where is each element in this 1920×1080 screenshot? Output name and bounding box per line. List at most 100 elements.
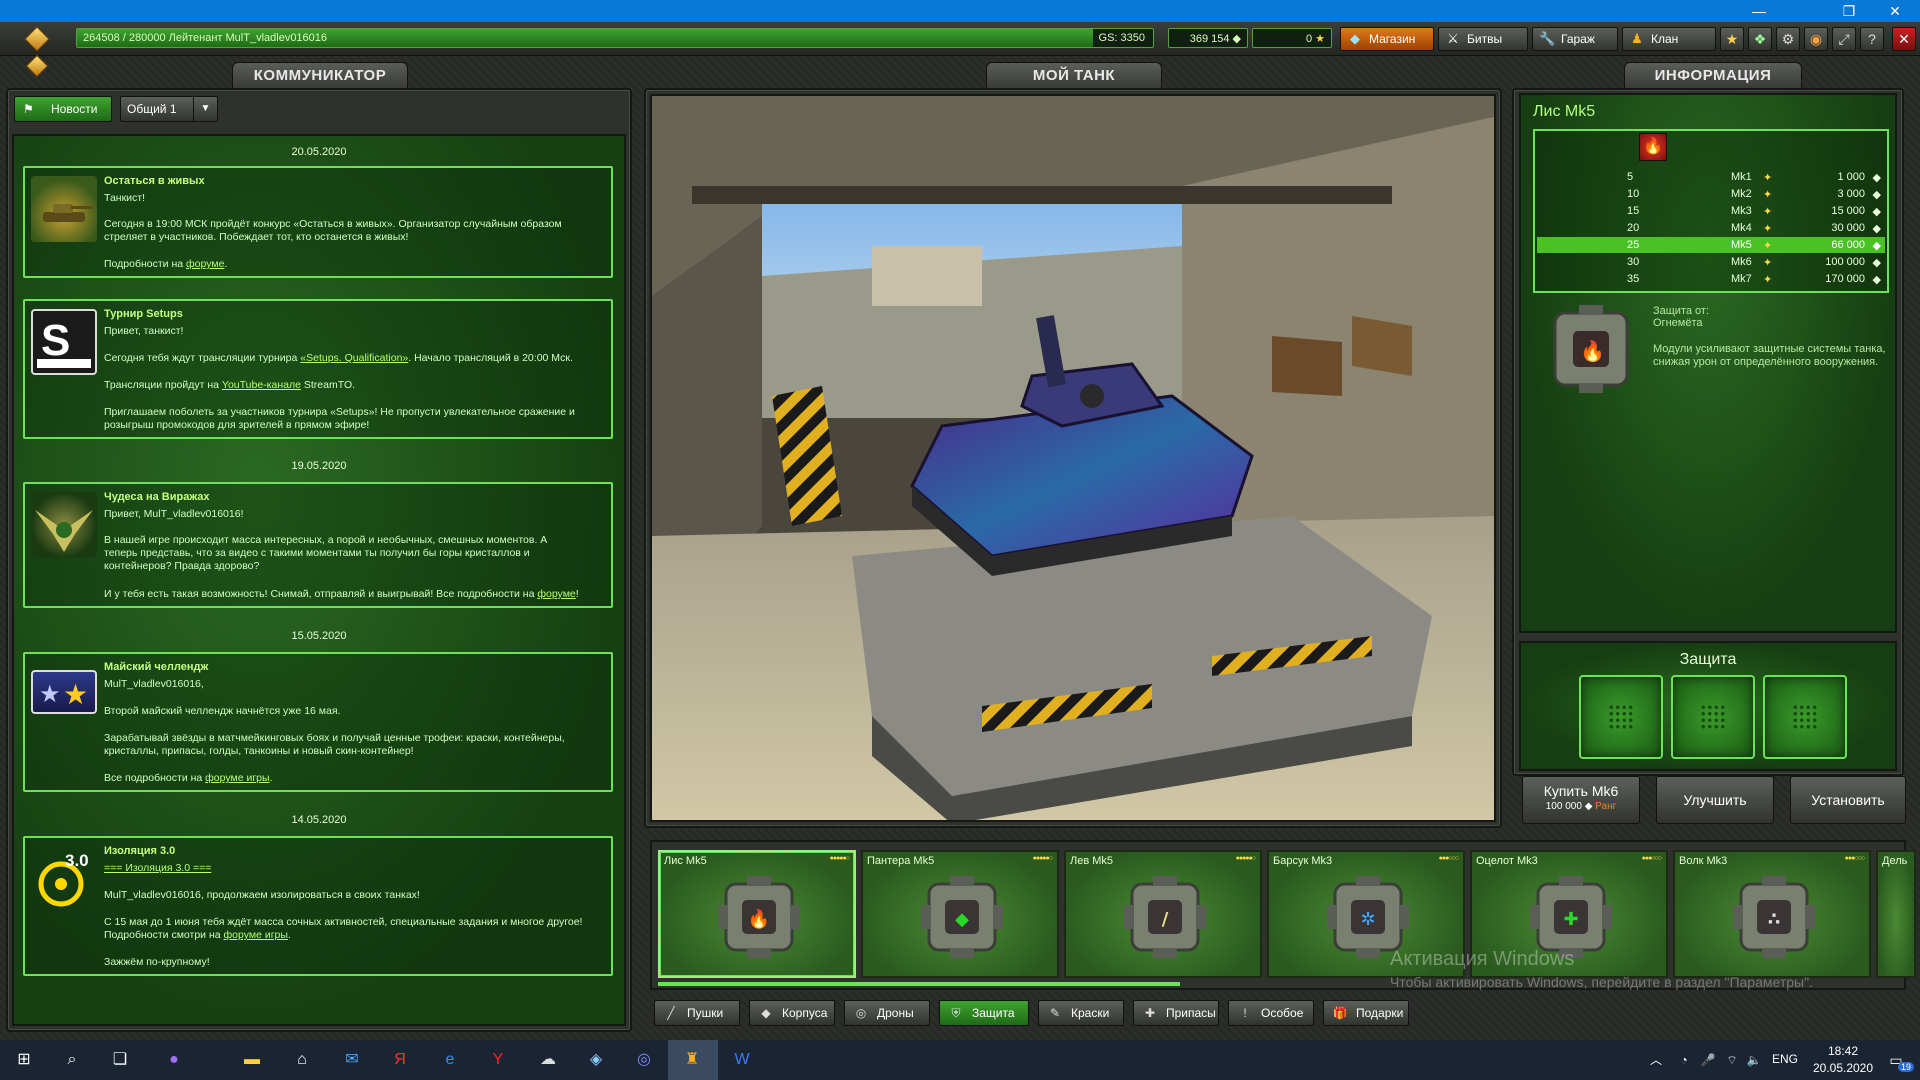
protection-slot[interactable] — [1671, 675, 1755, 759]
clan-button[interactable]: ♟ Клан — [1622, 27, 1716, 51]
app-icon[interactable]: ◈ — [584, 1048, 608, 1072]
activation-watermark-text: Чтобы активировать Windows, перейдите в … — [1390, 974, 1813, 990]
activation-watermark-title: Активация Windows — [1390, 948, 1575, 970]
category-shield[interactable]: ⛨ Защита — [939, 1000, 1029, 1026]
volume-icon[interactable]: 🔈 — [1742, 1048, 1766, 1072]
alice-icon[interactable]: ● — [162, 1048, 186, 1072]
settings-icon[interactable]: ⚙ — [1776, 27, 1800, 51]
category-special[interactable]: ! Особое — [1228, 1000, 1314, 1026]
close-window-icon[interactable]: ✕ — [1872, 0, 1918, 22]
flame-icon: 🔥 — [1639, 133, 1667, 161]
word-icon[interactable]: W — [730, 1048, 754, 1072]
strip-scrollbar[interactable] — [658, 982, 1180, 986]
module-stars: ●●●○○○ — [1641, 855, 1662, 862]
upgrade-row[interactable]: 20 Mk4 ✦ 30 000 ◆ — [1537, 220, 1885, 236]
help-icon[interactable]: ? — [1860, 27, 1884, 51]
crystals-value: 369 154 — [1189, 33, 1230, 45]
restore-icon[interactable]: ❐ — [1826, 0, 1872, 22]
crystals-counter[interactable]: 369 154 ◆ — [1168, 28, 1248, 48]
setups-link[interactable]: «Setups. Qualification» — [300, 352, 408, 364]
task-view-icon[interactable]: ❏ — [108, 1048, 132, 1072]
app-icon[interactable]: ☁ — [536, 1048, 560, 1072]
upgrade-row[interactable]: 10 Mk2 ✦ 3 000 ◆ — [1537, 186, 1885, 202]
microphone-icon[interactable]: 🎤 — [1696, 1048, 1720, 1072]
favorites-icon[interactable]: ★ — [1720, 27, 1744, 51]
forum-link[interactable]: форуме игры — [224, 929, 288, 941]
module-card[interactable]: Лис Mk5 ●●●●●○ 🔥 — [658, 850, 856, 978]
category-gift[interactable]: 🎁 Подарки — [1323, 1000, 1409, 1026]
forum-link[interactable]: форуме игры — [205, 772, 269, 784]
exit-icon[interactable]: ✕ — [1892, 27, 1916, 51]
fullscreen-icon[interactable]: ⤢ — [1832, 27, 1856, 51]
protection-slots: Защита — [1519, 641, 1897, 771]
category-hull[interactable]: ◆ Корпуса — [749, 1000, 835, 1026]
category-label: Защита — [972, 1006, 1015, 1020]
quests-icon[interactable]: ❖ — [1748, 27, 1772, 51]
stars-counter[interactable]: 0 ★ — [1252, 28, 1332, 48]
communicator-tab: КОММУНИКАТОР — [232, 62, 408, 88]
protection-slot[interactable] — [1763, 675, 1847, 759]
upgrade-button[interactable]: Улучшить — [1656, 776, 1774, 824]
news-text: теперь представь, что за видео с такими … — [104, 547, 530, 559]
protection-slot[interactable] — [1579, 675, 1663, 759]
garage-button[interactable]: 🔧 Гараж — [1532, 27, 1618, 51]
minimize-icon[interactable]: — — [1736, 0, 1782, 22]
module-glyph: 🔥 — [748, 908, 770, 930]
category-gun[interactable]: ╱ Пушки — [654, 1000, 740, 1026]
rank-insignia-icon: ✦ — [1763, 274, 1773, 286]
news-title: Майский челлендж — [104, 661, 209, 673]
module-card[interactable]: Пантера Mk5 ●●●●●○ ◆ — [861, 850, 1059, 978]
sound-icon[interactable]: ◉ — [1804, 27, 1828, 51]
news-text: Все подробности на форуме игры. — [104, 772, 605, 785]
news-filter-button[interactable]: ⚑ Новости — [14, 96, 112, 122]
forum-link[interactable]: форуме — [186, 258, 224, 270]
item-strip[interactable]: Лис Mk5 ●●●●●○ 🔥 Пантера Mk5 ●●●●●○ ◆ Лев Mk5 ●… — [650, 840, 1916, 990]
item-title: Лис Mk5 — [1533, 103, 1596, 120]
upgrade-row[interactable]: 5 Mk1 ✦ 1 000 ◆ — [1537, 169, 1885, 185]
category-drone[interactable]: ◎ Дроны — [844, 1000, 930, 1026]
discord-icon[interactable]: ◎ — [632, 1048, 656, 1072]
upgrade-table[interactable]: 🔥 5 Mk1 ✦ 1 000 ◆ 10 Mk2 ✦ 3 000 ◆ 15 Mk3 ✦ 15 000 ◆ 20… — [1533, 129, 1889, 293]
forum-link[interactable]: форуме — [537, 588, 575, 600]
module-card[interactable]: Дель — [1876, 850, 1916, 978]
wifi-icon[interactable]: ⌔ — [1720, 1048, 1744, 1072]
channel-select[interactable]: Общий 1 ▼ — [120, 96, 218, 122]
upgrade-row[interactable]: 30 Mk6 ✦ 100 000 ◆ — [1537, 254, 1885, 270]
upgrade-price: 170 000 — [1825, 273, 1865, 285]
edge-icon[interactable]: e — [438, 1048, 462, 1072]
search-icon[interactable]: ⌕ — [60, 1048, 84, 1072]
module-card[interactable]: Лев Mk5 ●●●●●○ / — [1064, 850, 1262, 978]
upgrade-row[interactable]: 35 Mk7 ✦ 170 000 ◆ — [1537, 271, 1885, 287]
clock[interactable]: 18:42 20.05.2020 — [1804, 1044, 1882, 1075]
garage-view[interactable] — [650, 94, 1496, 822]
mail-icon[interactable]: ✉ — [340, 1048, 364, 1072]
youtube-link[interactable]: YouTube-канале — [222, 379, 301, 391]
language-indicator[interactable]: ENG — [1772, 1052, 1798, 1066]
store-icon[interactable]: ⌂ — [290, 1048, 314, 1072]
category-paint[interactable]: ✎ Краски — [1038, 1000, 1124, 1026]
news-feed[interactable]: 20.05.2020 Остаться в живых Танкист! Сег… — [12, 134, 626, 1026]
module-card[interactable]: Волк Mk3 ●●●○○○ ∴ — [1673, 850, 1871, 978]
news-text: стреляет в участников. Побеждает тот, кт… — [104, 231, 409, 243]
explorer-icon[interactable]: ▬ — [240, 1048, 264, 1072]
game-root: — ❐ ✕ 264508 / 280000 Лейтенант MulT_vla… — [0, 0, 1920, 1080]
tanki-icon[interactable]: ♜ — [680, 1048, 704, 1072]
battles-button[interactable]: ⚔ Битвы — [1438, 27, 1528, 51]
clock-date: 20.05.2020 — [1812, 1061, 1874, 1075]
clan-icon: ♟ — [1631, 31, 1643, 46]
buy-button[interactable]: Купить Mk6 100 000 ◆ Ранг — [1522, 776, 1640, 824]
upgrade-row[interactable]: 25 Mk5 ✦ 66 000 ◆ — [1537, 237, 1885, 253]
chevron-up-icon[interactable]: ︿ — [1644, 1048, 1668, 1072]
yandex-icon[interactable]: Я — [388, 1048, 412, 1072]
module-name: Барсук Mk3 — [1273, 855, 1333, 867]
upgrade-price: 66 000 — [1831, 239, 1865, 251]
shop-button[interactable]: ◆ Магазин — [1340, 27, 1434, 51]
upgrade-price: 15 000 — [1831, 205, 1865, 217]
yandex-browser-icon[interactable]: Y — [486, 1048, 510, 1072]
network-icon[interactable]: ◔ — [1672, 1048, 1696, 1072]
category-supplies[interactable]: ✚ Припасы — [1133, 1000, 1219, 1026]
upgrade-row[interactable]: 15 Mk3 ✦ 15 000 ◆ — [1537, 203, 1885, 219]
isolation-link[interactable]: === Изоляция 3.0 === — [104, 862, 211, 875]
install-button[interactable]: Установить — [1790, 776, 1906, 824]
windows-start-icon[interactable]: ⊞ — [12, 1048, 36, 1072]
